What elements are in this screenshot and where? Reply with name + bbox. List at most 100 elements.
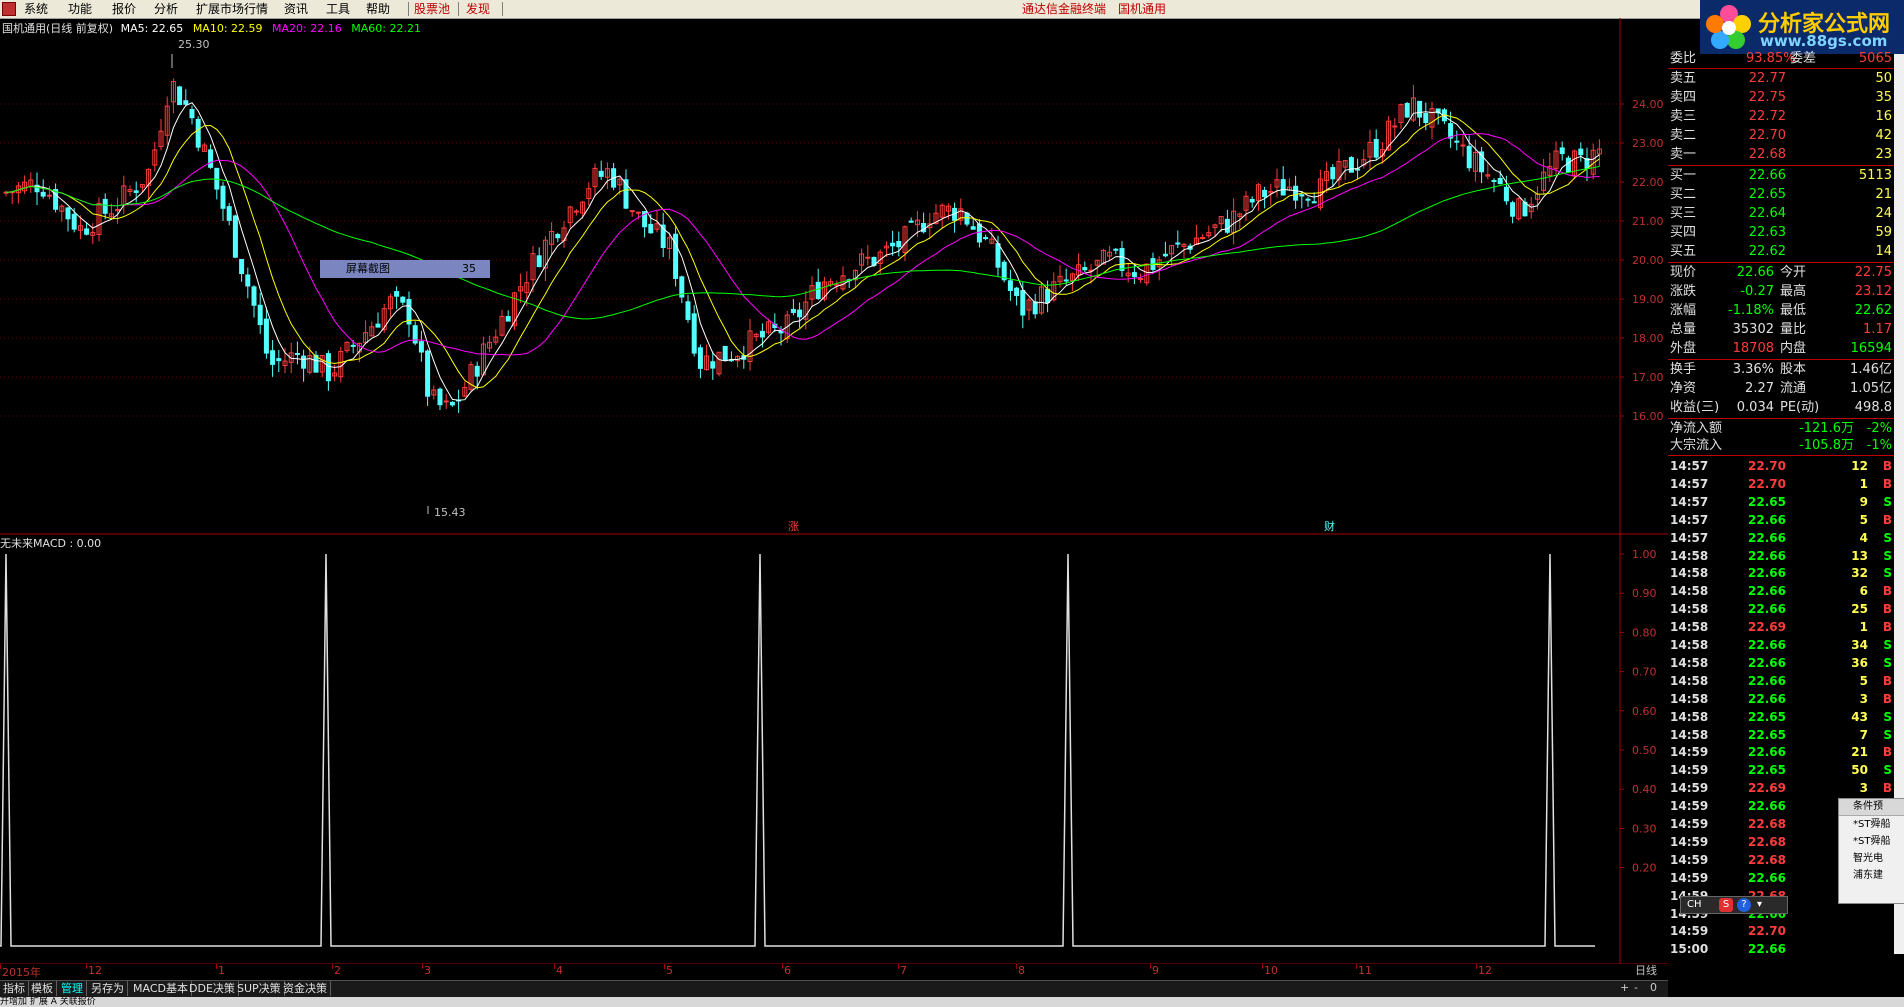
candle-body <box>1280 179 1286 196</box>
ask-price: 22.70 <box>1748 128 1786 143</box>
help-icon[interactable]: ? <box>1737 898 1751 912</box>
tick-cell: 14:57 <box>1670 459 1709 473</box>
candle-body <box>400 296 406 303</box>
ime-mode[interactable]: CH <box>1687 897 1702 913</box>
tab-capital[interactable]: 资金决策 <box>280 981 331 996</box>
menu-ext-market[interactable]: 扩展市场行情 <box>194 1 270 17</box>
candle-body <box>1200 237 1206 240</box>
candle-body <box>797 309 803 318</box>
tick-cell: 7 <box>1859 727 1868 742</box>
price-tick-label: 21.00 <box>1632 215 1664 228</box>
tab-dde[interactable]: DDE决策 <box>186 981 239 996</box>
candle-body <box>1417 100 1423 118</box>
candle-body <box>1460 144 1466 147</box>
tab-save-as[interactable]: 另存为 <box>88 981 128 996</box>
ma10-line <box>5 114 1600 389</box>
popup-item[interactable]: *ST舜船 <box>1839 833 1904 850</box>
bid-volume: 59 <box>1875 225 1892 240</box>
candle-body <box>629 210 635 213</box>
ime-toolbar[interactable]: CH S ? ▾ <box>1680 896 1788 914</box>
tab-template[interactable]: 模板 <box>28 981 57 996</box>
quote-cell: 22.62 <box>1854 303 1892 318</box>
bid-price: 22.63 <box>1748 225 1786 240</box>
candle-body <box>257 304 263 326</box>
tab-sup[interactable]: SUP决策 <box>234 981 285 996</box>
menu-tools[interactable]: 工具 <box>324 1 352 17</box>
tick-cell: 14:58 <box>1670 584 1709 599</box>
sogou-icon[interactable]: S <box>1719 898 1733 912</box>
candle-body <box>276 358 282 362</box>
tick-cell: 22.66 <box>1748 584 1786 599</box>
popup-item[interactable]: *ST舜船 <box>1839 816 1904 833</box>
tab-macd-basic[interactable]: MACD基本 <box>130 981 192 996</box>
macd-title: 无未来MACD : 0.00 <box>0 537 102 550</box>
tab-manage[interactable]: 管理 <box>58 981 87 996</box>
tick-cell: 50 <box>1851 763 1868 778</box>
popup-item[interactable]: 浦东建 <box>1839 867 1904 884</box>
zoom-out-button[interactable]: - <box>1634 981 1638 994</box>
quote-cell: 最低 <box>1780 303 1807 318</box>
menu-analysis[interactable]: 分析 <box>152 1 180 17</box>
quote-cell: 大宗流入 <box>1670 438 1723 453</box>
candle-body <box>759 330 765 338</box>
menu-system[interactable]: 系统 <box>22 1 50 17</box>
candle-body <box>239 258 245 275</box>
ime-menu-icon[interactable]: ▾ <box>1757 897 1762 913</box>
event-mark-finance[interactable]: 财 <box>1324 519 1335 533</box>
stat-row: 外盘 18708 内盘 16594 <box>1668 340 1894 358</box>
overlay-value: 35 <box>462 262 476 275</box>
kline-chart[interactable]: 24.00 23.00 22.00 21.00 20.00 19.00 18.00 17.00… <box>0 18 1668 964</box>
candle-body <box>418 341 424 353</box>
tick-cell: 14:59 <box>1670 924 1709 939</box>
flow-row: 大宗流入 -105.8万 -1% <box>1668 437 1894 455</box>
candle-body <box>183 100 189 105</box>
condition-alert-popup[interactable]: 条件预 *ST舜船 *ST舜船 智光电 浦东建 <box>1838 798 1904 904</box>
tick-cell: 14:59 <box>1670 870 1709 885</box>
app-icon[interactable] <box>2 2 16 16</box>
tick-cell: 3 <box>1859 781 1868 796</box>
tick-cell: 22.69 <box>1748 781 1786 796</box>
candle-body <box>394 291 400 297</box>
menu-stock-pool[interactable]: 股票池 <box>412 1 452 17</box>
candle-body <box>1578 148 1584 156</box>
weicha-label: 委差 <box>1790 51 1817 66</box>
tick-row: 14:58 22.66 5 B <box>1668 672 1894 690</box>
candle-body <box>1503 186 1509 202</box>
quote-cell: 35302 <box>1732 322 1774 337</box>
ask-volume: 42 <box>1875 128 1892 143</box>
candle-body <box>1262 189 1268 198</box>
quote-cell: -121.6万 <box>1799 421 1854 436</box>
menu-function[interactable]: 功能 <box>66 1 94 17</box>
candle-body <box>425 350 431 397</box>
tick-cell: 22.66 <box>1748 512 1786 527</box>
quote-cell: 2.27 <box>1745 381 1774 396</box>
tick-cell: 32 <box>1851 566 1868 581</box>
candle-body <box>1355 168 1361 171</box>
candle-body <box>1392 125 1398 128</box>
menu-discover[interactable]: 发现 <box>464 1 492 17</box>
tab-indicator[interactable]: 指标 <box>0 981 29 996</box>
tick-cell: 22.66 <box>1748 530 1786 545</box>
tick-row: 14:58 22.66 6 B <box>1668 582 1894 600</box>
zoom-in-button[interactable]: + <box>1620 981 1629 994</box>
candle-body <box>189 108 195 119</box>
tick-cell: 14:57 <box>1670 494 1709 509</box>
event-mark-rise[interactable]: 涨 <box>788 520 799 533</box>
tick-cell: S <box>1883 530 1892 545</box>
date-label: 10 <box>1264 964 1278 977</box>
popup-title: 条件预 <box>1839 799 1904 816</box>
menu-info[interactable]: 资讯 <box>282 1 310 17</box>
menu-quote[interactable]: 报价 <box>110 1 138 17</box>
popup-item[interactable]: 智光电 <box>1839 850 1904 867</box>
timeframe-label[interactable]: 日线 <box>1624 964 1668 978</box>
tick-row: 14:57 22.70 12 B <box>1668 457 1894 475</box>
candle-body <box>474 365 480 377</box>
tick-cell: 22.66 <box>1748 602 1786 617</box>
tick-cell: 14:57 <box>1670 512 1709 527</box>
screenshot-overlay[interactable]: 屏幕截图 35 <box>320 260 490 278</box>
menu-help[interactable]: 帮助 <box>364 1 392 17</box>
ask-price: 22.68 <box>1748 147 1786 162</box>
site-logo: 分析家公式网 www.88gs.com <box>1700 0 1904 54</box>
macd-tick-label: 0.50 <box>1632 744 1657 757</box>
bid-row: 买二 22.65 21 <box>1668 186 1894 204</box>
